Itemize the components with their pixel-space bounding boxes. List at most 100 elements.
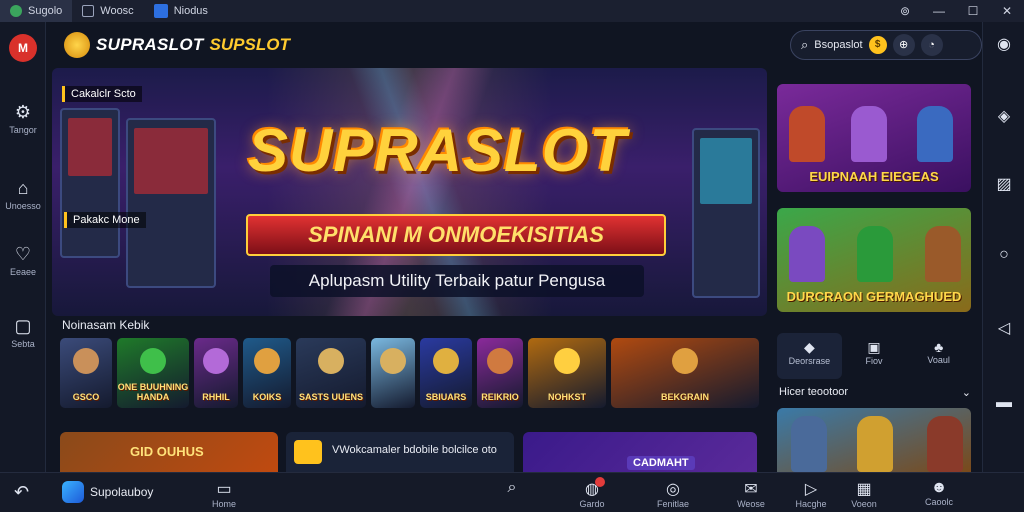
app-header: SUPRASLOT SUPSLOT ⌕ Bsopaslot $ ⊕ ◔: [52, 22, 982, 68]
taskbar-app[interactable]: Supolauboy: [62, 481, 153, 503]
game-tile-label: RHHIL: [202, 392, 230, 402]
circle-home-icon[interactable]: ○: [983, 246, 1024, 264]
taskbar-item-search[interactable]: ⌕: [487, 479, 537, 497]
game-character-art: [254, 348, 280, 374]
game-tile[interactable]: REIKRIO: [477, 338, 523, 408]
brand-name-secondary: SUPSLOT: [209, 35, 290, 54]
game-tile[interactable]: KOIKS: [243, 338, 291, 408]
sidebar-item-home[interactable]: ⌂ Unoesso: [0, 178, 46, 211]
tab-location[interactable]: ◆ Deorsrase: [777, 333, 842, 379]
hero-banner[interactable]: Cakalclr Scto Pakakc Mone SUPRASLOT SPIN…: [52, 68, 767, 316]
game-character-art: [487, 348, 513, 374]
game-character-art: [433, 348, 459, 374]
game-tile[interactable]: [371, 338, 415, 408]
zoom-icon[interactable]: ⊕: [892, 34, 915, 56]
promo-card[interactable]: VWokcamaler bdobile bolcilce oto: [286, 432, 514, 472]
sidebar-item-other[interactable]: ▢ Sebta: [0, 316, 46, 349]
triangle-back-icon[interactable]: ◁: [983, 318, 1024, 338]
taskbar-item-home[interactable]: ▭ Home: [199, 479, 249, 509]
window-icon: [82, 5, 95, 17]
sidebar-item-label: Tangor: [9, 125, 37, 135]
taskbar-item-label: Hacghe: [795, 499, 827, 509]
chevron-down-icon[interactable]: ⌄: [962, 386, 971, 399]
brand-name[interactable]: SUPRASLOT: [96, 35, 204, 55]
character-art: [917, 106, 953, 162]
window-tab-bar: Sugolo Woosc Niodus ⊚ — ☐ ✕: [0, 0, 1024, 22]
window-tab-2[interactable]: Woosc: [72, 0, 143, 22]
hero-title: SUPRASLOT: [248, 117, 628, 184]
right-section-header[interactable]: Hicer teootoor ⌄: [779, 386, 971, 399]
game-tile-label: GSCO: [72, 392, 100, 402]
taskbar-item-calendar[interactable]: ▦ Voeon: [839, 479, 889, 509]
character-art: [789, 226, 825, 282]
camera-icon[interactable]: ◉: [983, 34, 1024, 54]
taskbar-item-globe[interactable]: ◎ Fenitlae: [648, 479, 698, 509]
game-character-art: [73, 348, 99, 374]
promo-card[interactable]: GID OUHUS: [60, 432, 278, 472]
window-tab-label: Niodus: [173, 5, 208, 17]
game-tile[interactable]: SBIUARS: [420, 338, 472, 408]
hero-ribbon: SPINANI M ONMOEKISITIAS: [246, 214, 666, 256]
game-tile-label: NOHKST: [548, 392, 586, 402]
taskbar-item-mail[interactable]: ✉ Weose: [726, 479, 776, 509]
brand-logo-icon: [64, 32, 90, 58]
sidebar-item-settings[interactable]: ⚙ Tangor: [0, 102, 46, 135]
close-button[interactable]: ✕: [990, 0, 1024, 22]
game-tile[interactable]: GSCO: [60, 338, 112, 408]
search-input[interactable]: Bsopaslot: [814, 39, 862, 51]
arcade-cabinet: [60, 108, 120, 258]
search-icon: ⌕: [507, 479, 517, 496]
game-tile[interactable]: RHHIL: [194, 338, 238, 408]
app-icon: [62, 481, 84, 503]
search-box[interactable]: ⌕ Bsopaslot $ ⊕ ◔: [790, 30, 982, 60]
globe-icon: ◎: [666, 481, 680, 498]
tag-icon[interactable]: ◈: [983, 106, 1024, 126]
taskbar-item-label: Caoolc: [924, 497, 953, 507]
taskbar-item-label: Weose: [737, 499, 765, 509]
game-character-art: [672, 348, 698, 374]
game-tile[interactable]: SASTS UUENS: [296, 338, 366, 408]
character-art: [857, 416, 893, 472]
coin-icon: $: [868, 36, 887, 54]
search-icon: ⌕: [801, 37, 809, 52]
game-tile-label: REIKRIO: [481, 392, 519, 402]
tab-games[interactable]: ▣ Fiov: [842, 333, 907, 379]
game-tile[interactable]: BEKGRAIN: [611, 338, 759, 408]
minimize-button[interactable]: —: [922, 0, 956, 22]
folder-icon[interactable]: ▬: [983, 394, 1024, 412]
taskbar: ↶ Supolauboy ▭ Home ⌕ ◍ Gardo ◎ Fenitlae…: [0, 472, 1024, 512]
taskbar-app-label: Supolauboy: [90, 485, 154, 499]
window-tab-label: Woosc: [100, 5, 134, 17]
heart-icon: ♡: [14, 244, 32, 264]
chat-icon: ◍: [585, 481, 599, 498]
game-tile-label: ONE BUUHNING HANDA: [117, 382, 189, 402]
gamepad-icon: ▣: [867, 339, 881, 355]
featured-game-card[interactable]: EUIPNAAH EIEGEAS: [777, 84, 971, 192]
right-panel-tabs: ◆ Deorsrase ▣ Fiov ♣ Voaul: [777, 333, 971, 379]
promo-card-text: GID OUHUS: [130, 444, 204, 459]
notification-badge: [595, 477, 605, 487]
mail-icon: ✉: [744, 481, 758, 498]
timer-icon[interactable]: ◔: [920, 34, 943, 56]
featured-game-card[interactable]: DURCRAON GERMAGHUED: [777, 208, 971, 312]
game-character-art: [554, 348, 580, 374]
image-icon[interactable]: ▨: [983, 174, 1024, 194]
maximize-button[interactable]: ☐: [956, 0, 990, 22]
hero-tag: Cakalclr Scto: [62, 86, 142, 102]
character-art: [789, 106, 825, 162]
window-tab-3[interactable]: Niodus: [144, 0, 218, 22]
game-tile[interactable]: ONE BUUHNING HANDA: [117, 338, 189, 408]
help-icon[interactable]: ⊚: [888, 0, 922, 22]
app-icon[interactable]: M: [9, 34, 37, 62]
sidebar-item-favorites[interactable]: ♡ Eeaee: [0, 244, 46, 277]
taskbar-item-profile[interactable]: ☻ Caoolc: [914, 479, 964, 507]
promo-card[interactable]: CADMAHT: [523, 432, 757, 472]
window-tab-1[interactable]: Sugolo: [0, 0, 73, 22]
right-system-bar: ◉ ◈ ▨ ○ ◁ ▬: [982, 22, 1024, 472]
back-icon[interactable]: ↶: [14, 482, 29, 503]
tab-club[interactable]: ♣ Voaul: [906, 333, 971, 379]
taskbar-item-play[interactable]: ▷ Hacghe: [786, 479, 836, 509]
featured-game-card[interactable]: [777, 408, 971, 472]
taskbar-item-chat[interactable]: ◍ Gardo: [567, 477, 617, 509]
game-tile[interactable]: NOHKST: [528, 338, 606, 408]
